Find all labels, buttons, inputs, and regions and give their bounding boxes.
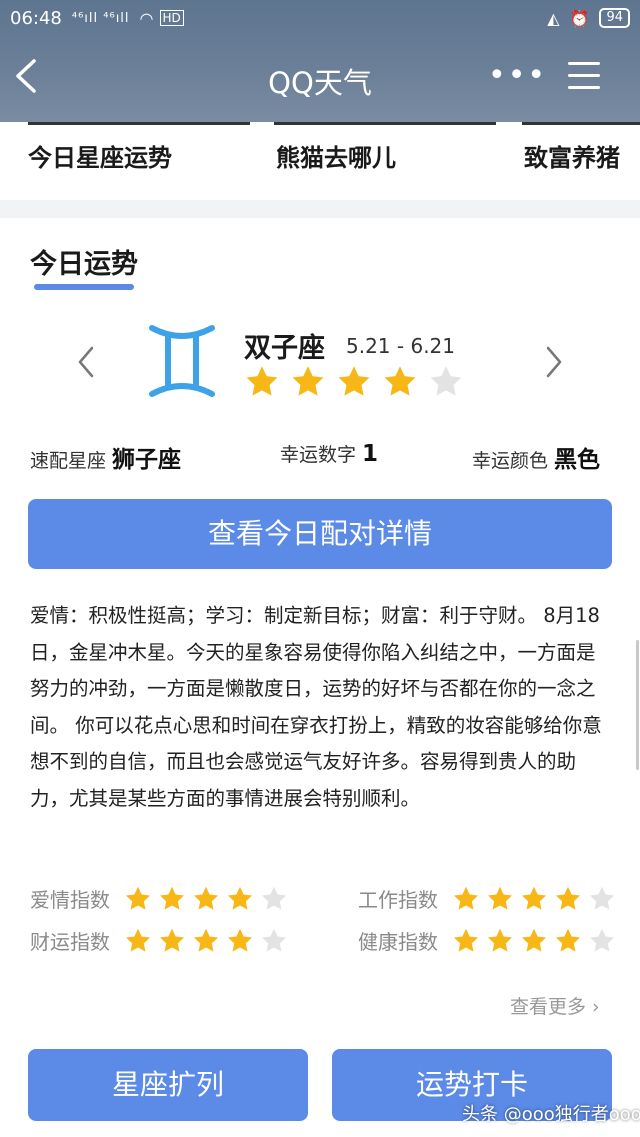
index-label: 工作指数 [358, 888, 438, 912]
gemini-icon [149, 325, 215, 397]
prev-sign-arrow-icon[interactable] [74, 342, 98, 382]
index-rating [452, 927, 616, 955]
index-label: 财运指数 [30, 930, 110, 954]
mute-icon: ◭ [547, 8, 560, 28]
lucky-color-label: 幸运颜色 [472, 450, 549, 472]
star-filled-icon [338, 366, 370, 396]
app-header: 06:48 ⁴⁶ıll ⁴⁶ıll ◠ HD ◭ ⏰ 94 QQ天气 ••• [0, 0, 640, 122]
lucky-number-label: 幸运数字 [280, 444, 357, 466]
card-top-edge [522, 122, 640, 125]
star-filled-icon [487, 886, 513, 910]
star-filled-icon [193, 928, 219, 952]
topic-card[interactable]: 今日星座运势 [28, 138, 172, 173]
star-filled-icon [159, 886, 185, 910]
alarm-icon: ⏰ [569, 8, 590, 28]
star-filled-icon [521, 928, 547, 952]
lucky-number-info: 幸运数字 1 [280, 440, 378, 467]
fortune-description: 爱情：积极性挺高；学习：制定新目标；财富：利于守财。 8月18日，金星冲木星。今… [30, 604, 602, 810]
star-empty-icon [589, 928, 615, 952]
status-bar: 06:48 ⁴⁶ıll ⁴⁶ıll ◠ HD ◭ ⏰ 94 [10, 6, 630, 30]
index-rating [124, 885, 288, 913]
star-filled-icon [521, 886, 547, 910]
star-filled-icon [453, 886, 479, 910]
view-match-detail-button[interactable]: 查看今日配对详情 [28, 499, 612, 569]
star-empty-icon [261, 886, 287, 910]
star-filled-icon [555, 886, 581, 910]
wealth-index: 财运指数 [30, 926, 288, 955]
hamburger-menu-icon[interactable] [568, 60, 602, 92]
match-sign-info: 速配星座 狮子座 [30, 440, 181, 474]
index-rating [452, 885, 616, 913]
star-filled-icon [292, 366, 324, 396]
match-sign-label: 速配星座 [30, 450, 107, 472]
star-filled-icon [227, 886, 253, 910]
signal-icon: ⁴⁶ıll ⁴⁶ıll [71, 10, 130, 26]
see-more-link[interactable]: 查看更多 › [510, 992, 600, 1019]
lucky-number-value: 1 [362, 441, 379, 467]
more-options-icon[interactable]: ••• [488, 58, 547, 94]
star-filled-icon [193, 886, 219, 910]
star-filled-icon [159, 928, 185, 952]
section-underline [34, 284, 134, 290]
lucky-color-value: 黑色 [554, 447, 601, 473]
status-time: 06:48 [10, 7, 62, 29]
topic-cards-row: 今日星座运势 熊猫去哪儿 致富养猪 [0, 122, 640, 200]
section-title: 今日运势 [30, 249, 138, 280]
sign-rating [244, 364, 464, 400]
work-index: 工作指数 [358, 884, 616, 913]
star-filled-icon [125, 886, 151, 910]
card-top-edge [274, 122, 496, 125]
index-label: 健康指数 [358, 930, 438, 954]
star-filled-icon [227, 928, 253, 952]
star-empty-icon [261, 928, 287, 952]
wifi-icon: ◠ [139, 8, 154, 28]
topic-card[interactable]: 致富养猪 [524, 138, 620, 173]
sign-date-range: 5.21 - 6.21 [346, 334, 455, 358]
love-index: 爱情指数 [30, 884, 288, 913]
star-filled-icon [125, 928, 151, 952]
star-filled-icon [384, 366, 416, 396]
star-filled-icon [555, 928, 581, 952]
star-filled-icon [453, 928, 479, 952]
star-filled-icon [487, 928, 513, 952]
scrollbar[interactable] [636, 640, 639, 770]
star-empty-icon [430, 366, 462, 396]
topic-card[interactable]: 熊猫去哪儿 [276, 138, 396, 173]
star-filled-icon [246, 366, 278, 396]
section-divider [0, 200, 640, 218]
health-index: 健康指数 [358, 926, 616, 955]
index-label: 爱情指数 [30, 888, 110, 912]
match-sign-value: 狮子座 [112, 447, 182, 473]
sign-name: 双子座 [244, 333, 325, 364]
star-empty-icon [589, 886, 615, 910]
next-sign-arrow-icon[interactable] [542, 342, 566, 382]
index-rating [124, 927, 288, 955]
watermark: 头条 @ooo独行者ooo [462, 1104, 640, 1125]
expand-sign-button[interactable]: 星座扩列 [28, 1049, 308, 1121]
card-top-edge [28, 122, 250, 125]
battery-icon: 94 [599, 8, 630, 28]
lucky-color-info: 幸运颜色 黑色 [472, 440, 600, 474]
hd-icon: HD [159, 10, 184, 26]
